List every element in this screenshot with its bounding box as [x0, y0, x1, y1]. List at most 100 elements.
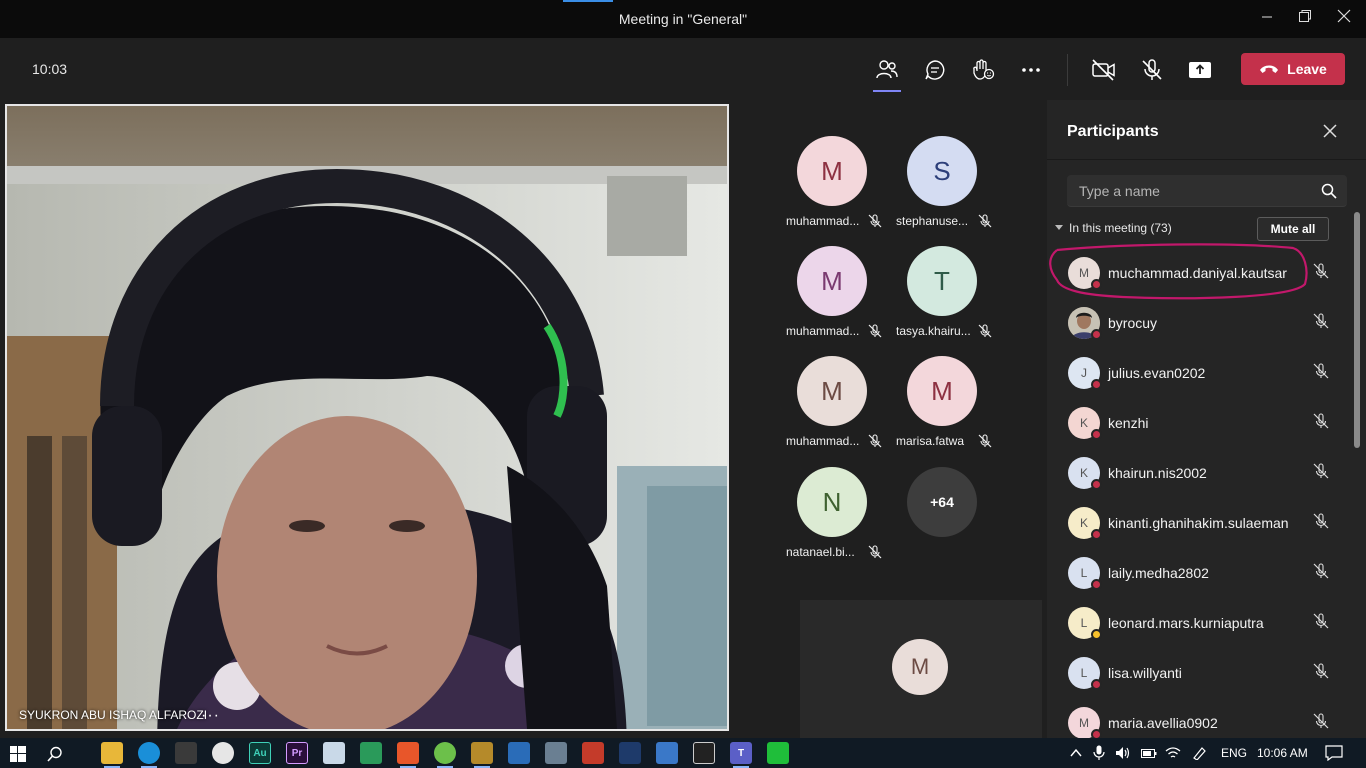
mic-off-icon: [868, 214, 882, 228]
wifi-icon[interactable]: [1165, 746, 1181, 760]
windows-start-icon[interactable]: [10, 746, 26, 762]
chevron-up-icon[interactable]: [1070, 748, 1082, 758]
status-dot-away: [1091, 629, 1102, 640]
list-item[interactable]: M muchammad.daniyal.kautsar: [1047, 247, 1357, 297]
participant-tile[interactable]: N natanael.bi...: [786, 467, 896, 577]
mic-toggle-button[interactable]: [1138, 56, 1166, 84]
list-item[interactable]: K kinanti.ghanihakim.sulaeman: [1047, 497, 1357, 547]
store-icon[interactable]: [175, 742, 197, 764]
mic-off-icon[interactable]: [1313, 513, 1329, 529]
mic-off-icon[interactable]: [1313, 463, 1329, 479]
app-icon[interactable]: [619, 742, 641, 764]
video-stage: SYUKRON ABU ISHAQ ALFAROZI ··· M muhamma…: [0, 100, 1047, 738]
panel-divider: [1047, 159, 1366, 160]
mic-off-icon[interactable]: [1313, 663, 1329, 679]
participant-tile[interactable]: M muhammad...: [786, 246, 896, 356]
microphone-icon[interactable]: [1093, 745, 1105, 761]
avatar: T: [907, 246, 977, 316]
avatar: L: [1068, 557, 1102, 590]
mic-off-icon[interactable]: [1313, 563, 1329, 579]
list-item[interactable]: K kenzhi: [1047, 397, 1357, 447]
status-dot: [1091, 479, 1102, 490]
chat-button[interactable]: [921, 56, 949, 84]
chrome-icon[interactable]: [212, 742, 234, 764]
download-icon[interactable]: [434, 742, 456, 768]
participant-tile[interactable]: M muhammad...: [786, 356, 896, 466]
line-icon[interactable]: [767, 742, 789, 764]
mic-off-icon: [868, 324, 882, 338]
close-window-button[interactable]: [1333, 8, 1355, 30]
more-actions-button[interactable]: [1017, 56, 1045, 84]
language-indicator[interactable]: ENG: [1221, 746, 1247, 760]
participant-tile[interactable]: T tasya.khairu...: [896, 246, 1006, 356]
app-icon[interactable]: [508, 742, 530, 764]
minimize-icon: [1262, 16, 1272, 18]
search-icon[interactable]: [1321, 183, 1337, 199]
participant-tile[interactable]: S stephanuse...: [896, 136, 1006, 246]
list-item[interactable]: L leonard.mars.kurniaputra: [1047, 597, 1357, 647]
notifications-icon[interactable]: [1325, 745, 1343, 761]
premiere-icon[interactable]: Pr: [286, 742, 308, 764]
leave-button[interactable]: Leave: [1241, 53, 1345, 85]
pen-icon[interactable]: [1192, 746, 1208, 760]
status-dot: [1091, 379, 1102, 390]
restore-button[interactable]: [1294, 8, 1316, 30]
mic-off-icon[interactable]: [1313, 613, 1329, 629]
list-item[interactable]: J julius.evan0202: [1047, 347, 1357, 397]
main-video-more-button[interactable]: ···: [201, 707, 220, 725]
reactions-button[interactable]: [969, 56, 997, 84]
winrar-icon[interactable]: [582, 742, 604, 764]
search-icon[interactable]: [47, 746, 63, 762]
edge-icon[interactable]: [138, 742, 160, 768]
participant-name: julius.evan0202: [1108, 365, 1206, 381]
media-player-icon[interactable]: [360, 742, 382, 764]
app-icon[interactable]: [656, 742, 678, 764]
mic-off-icon: [1142, 59, 1162, 80]
mic-off-icon: [868, 434, 882, 448]
participant-tile-name: stephanuse...: [896, 214, 969, 228]
participant-tile-name: muhammad...: [786, 214, 860, 228]
participants-button[interactable]: [873, 56, 901, 92]
mic-off-icon[interactable]: [1313, 313, 1329, 329]
close-icon[interactable]: [1321, 122, 1339, 140]
app-icon[interactable]: [545, 742, 567, 764]
self-video-tile[interactable]: M: [800, 600, 1042, 738]
caret-down-icon: [1055, 225, 1063, 230]
participant-tile[interactable]: M marisa.fatwa: [896, 356, 1006, 466]
file-explorer-icon[interactable]: [101, 742, 123, 768]
app-icon[interactable]: [397, 742, 419, 768]
mute-all-button[interactable]: Mute all: [1257, 217, 1329, 241]
people-icon: [876, 60, 898, 79]
battery-icon[interactable]: [1141, 747, 1157, 759]
mic-off-icon: [978, 214, 992, 228]
list-item[interactable]: L lisa.willyanti: [1047, 647, 1357, 697]
clock[interactable]: 10:06 AM: [1257, 746, 1308, 760]
mic-off-icon[interactable]: [1313, 713, 1329, 729]
panel-scrollbar[interactable]: [1354, 212, 1360, 448]
search-input[interactable]: [1067, 175, 1307, 207]
share-screen-button[interactable]: [1186, 56, 1214, 84]
in-meeting-section-toggle[interactable]: In this meeting (73): [1055, 221, 1172, 235]
more-participants-button[interactable]: +64: [907, 467, 977, 537]
audition-icon[interactable]: Au: [249, 742, 271, 764]
volume-icon[interactable]: [1115, 746, 1131, 760]
main-video[interactable]: SYUKRON ABU ISHAQ ALFAROZI ···: [5, 104, 729, 731]
list-item[interactable]: byrocuy: [1047, 297, 1357, 347]
share-icon: [1189, 62, 1211, 78]
notepad-icon[interactable]: [323, 742, 345, 764]
terminal-icon[interactable]: [693, 742, 715, 764]
list-item[interactable]: K khairun.nis2002: [1047, 447, 1357, 497]
participant-tile[interactable]: M muhammad...: [786, 136, 896, 246]
participant-tile-name: muhammad...: [786, 324, 860, 338]
camera-toggle-button[interactable]: [1090, 56, 1118, 84]
app-icon[interactable]: [471, 742, 493, 768]
mic-off-icon[interactable]: [1313, 413, 1329, 429]
teams-icon[interactable]: T: [730, 742, 752, 768]
mic-off-icon[interactable]: [1313, 263, 1329, 279]
list-item[interactable]: L laily.medha2802: [1047, 547, 1357, 597]
avatar: M: [1068, 707, 1102, 740]
mic-off-icon[interactable]: [1313, 363, 1329, 379]
minimize-button[interactable]: [1256, 8, 1278, 30]
status-dot: [1091, 529, 1102, 540]
video-feed-image: [7, 106, 727, 729]
